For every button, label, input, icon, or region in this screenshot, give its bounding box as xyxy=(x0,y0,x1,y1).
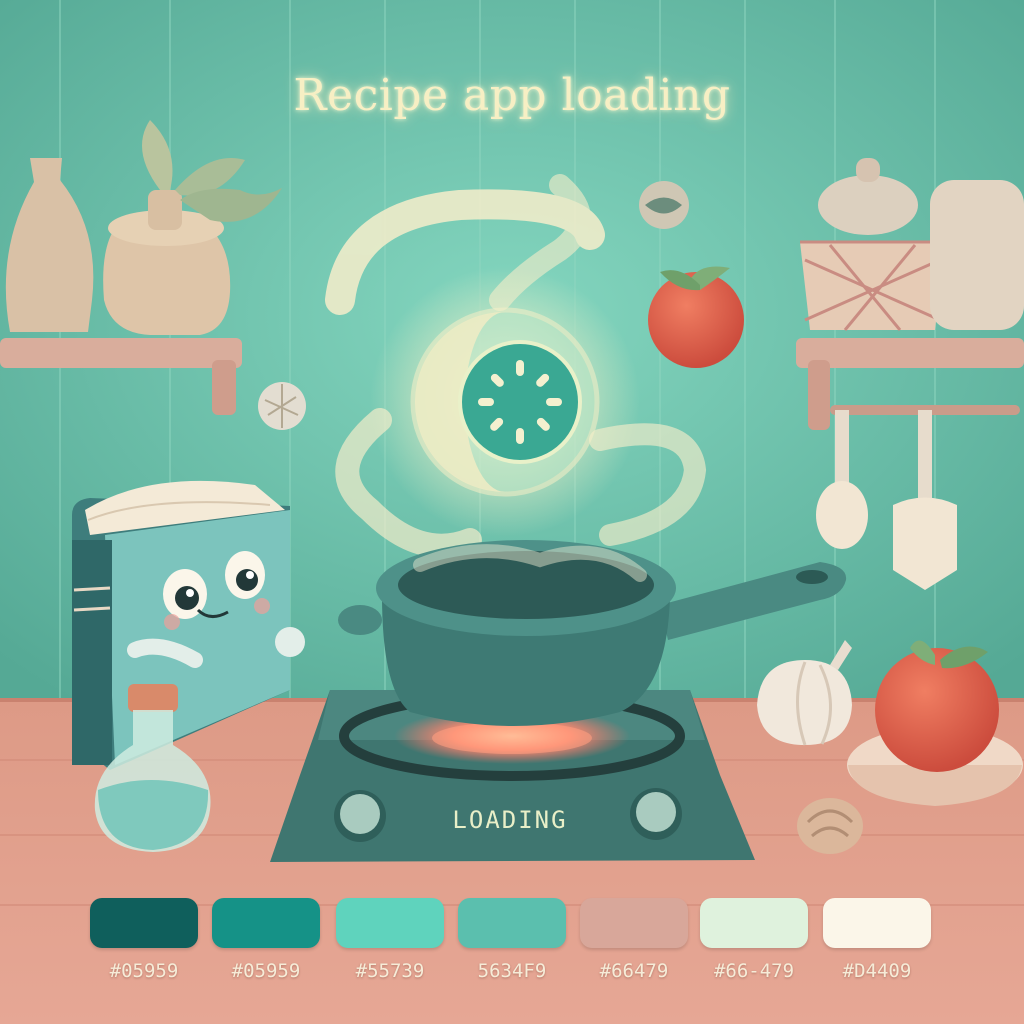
loading-label: LOADING xyxy=(452,806,568,834)
floating-nut xyxy=(639,181,689,229)
spinner-icon xyxy=(370,267,640,537)
swatch-label-6: #66-479 xyxy=(713,960,795,982)
swatch-label-2: #05959 xyxy=(231,960,301,982)
page-title: Recipe app loading xyxy=(293,70,731,121)
swatch-label-1: #05959 xyxy=(109,960,179,982)
swatch-3 xyxy=(336,898,444,948)
walnut xyxy=(797,798,863,854)
swatch-5 xyxy=(580,898,688,948)
swatch-label-4: 5634F9 xyxy=(477,960,547,982)
kitchen-illustration xyxy=(0,0,1024,1024)
swatch-label-3: #55739 xyxy=(355,960,425,982)
swatch-1 xyxy=(90,898,198,948)
swatch-label-5: #66479 xyxy=(599,960,669,982)
color-palette: #05959 #05959 #55739 5634F9 #66479 #66-4… xyxy=(0,898,1024,998)
swatch-label-7: #D4409 xyxy=(842,960,912,982)
swatch-2 xyxy=(212,898,320,948)
swatch-6 xyxy=(700,898,808,948)
floating-garlic-clove xyxy=(258,382,306,430)
swatch-7 xyxy=(823,898,931,948)
swatch-4 xyxy=(458,898,566,948)
